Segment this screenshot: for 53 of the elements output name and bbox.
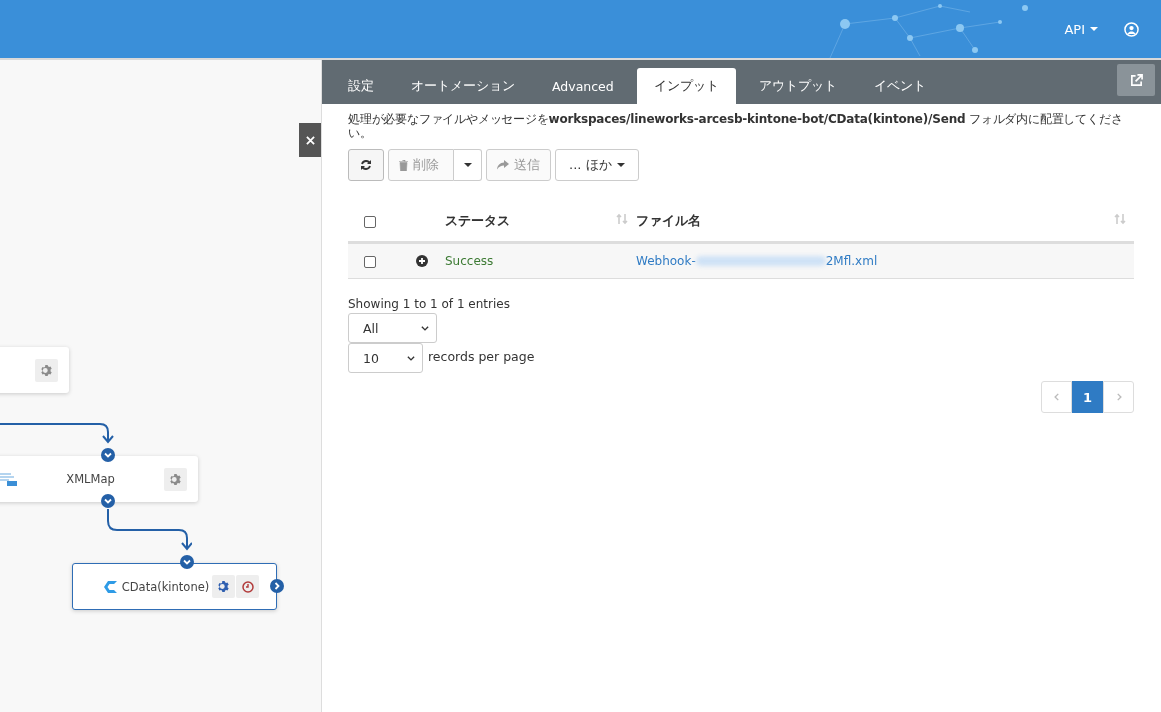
chevron-icon: [406, 353, 416, 363]
port-icon[interactable]: [270, 579, 284, 593]
clock-icon: [241, 580, 254, 593]
schedule-button[interactable]: [236, 575, 259, 598]
chevron-icon: [420, 323, 430, 333]
workflow-node[interactable]: [0, 347, 69, 393]
settings-button[interactable]: [212, 575, 235, 598]
status-cell: Success: [445, 254, 494, 268]
open-external-button[interactable]: [1117, 64, 1155, 96]
workflow-node[interactable]: XMLMap: [0, 456, 198, 502]
row-checkbox[interactable]: [364, 255, 376, 268]
tab[interactable]: 設定: [334, 68, 388, 104]
tab[interactable]: インプット: [636, 68, 736, 104]
file-link[interactable]: 2Mfl.xml: [825, 254, 878, 268]
settings-icon: [217, 580, 230, 593]
filter-select[interactable]: All: [348, 313, 437, 343]
column-header[interactable]: ステータス: [445, 213, 510, 228]
entries-info: Showing 1 to 1 of 1 entries: [348, 297, 511, 311]
page-size-select[interactable]: 10: [348, 343, 423, 373]
tab[interactable]: アウトプット: [744, 68, 851, 104]
expand-icon[interactable]: [415, 254, 428, 267]
file-link[interactable]: Webhook-: [636, 254, 696, 268]
port-icon[interactable]: [101, 448, 115, 462]
settings-icon: [169, 472, 182, 486]
tab[interactable]: イベント: [859, 68, 940, 104]
port-icon[interactable]: [180, 555, 194, 569]
node-label: XMLMap: [65, 472, 116, 486]
workflow-node[interactable]: CData(kintone): [72, 563, 277, 610]
cdata-logo-icon: [103, 579, 119, 594]
settings-button[interactable]: [164, 467, 187, 491]
close-panel-button[interactable]: [299, 123, 321, 157]
page-size-label: records per page: [428, 348, 535, 364]
user-icon[interactable]: [1124, 21, 1139, 37]
refresh-button[interactable]: [348, 149, 384, 181]
api-menu-button[interactable]: API: [1064, 21, 1098, 37]
share-arrow-icon: [497, 160, 509, 170]
settings-icon: [40, 363, 53, 377]
node-label: CData(kintone): [120, 579, 211, 594]
external-link-icon: [1129, 73, 1143, 87]
column-header[interactable]: ファイル名: [636, 213, 701, 228]
instruction-text: 処理が必要なファイルやメッセージをworkspaces/lineworks-arcesb-kintone-bot/CData(kintone)/Send フォルダ内に配置してください。: [348, 112, 1124, 140]
refresh-icon: [360, 159, 372, 171]
select-all-checkbox[interactable]: [364, 216, 376, 228]
dropdown-button[interactable]: [454, 149, 482, 181]
port-icon[interactable]: [101, 494, 115, 508]
mapping-icon: [0, 472, 17, 486]
tab[interactable]: オートメーション: [397, 68, 529, 104]
page-button[interactable]: 1: [1072, 381, 1103, 413]
tab[interactable]: Advanced: [538, 68, 628, 104]
more-button[interactable]: ... ほか: [555, 149, 639, 181]
trash-icon: [399, 159, 408, 171]
close-icon: [305, 135, 315, 145]
settings-button[interactable]: [35, 358, 58, 382]
